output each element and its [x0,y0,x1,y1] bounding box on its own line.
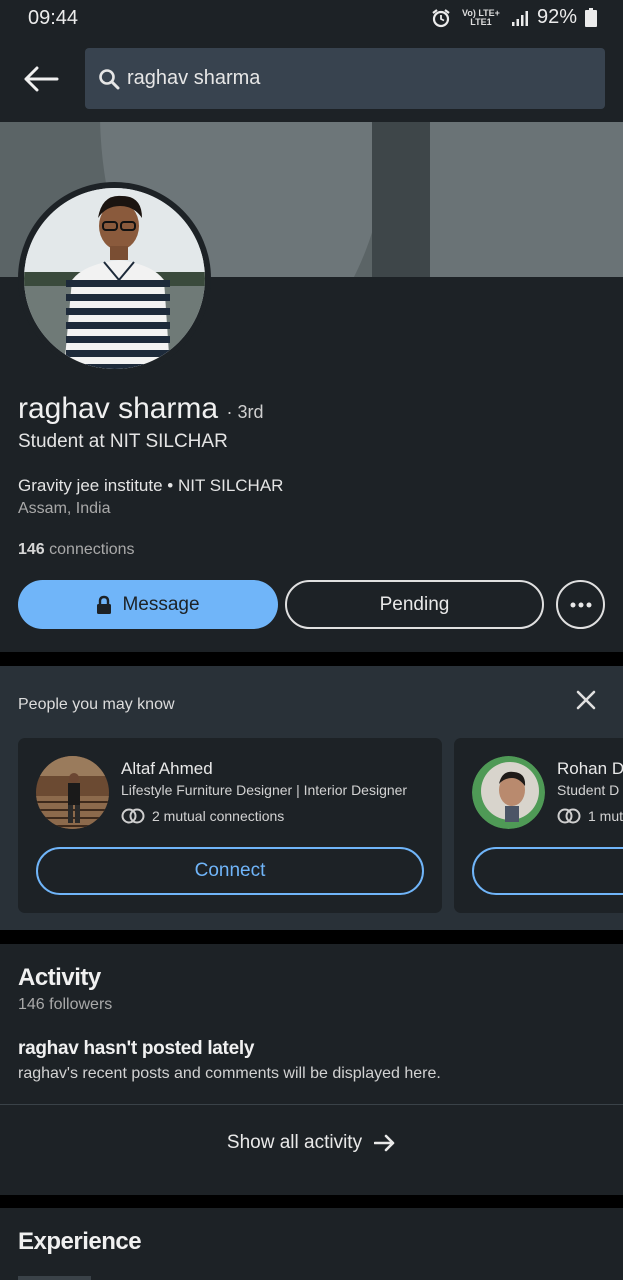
connection-degree: · 3rd [226,402,264,422]
mutual-connections: 1 mut [557,808,623,824]
battery-percent: 92% [536,6,577,28]
status-time: 09:44 [28,7,79,29]
message-button[interactable]: Message [18,580,278,629]
mutual-connections-icon [557,808,581,824]
profile-name: raghav sharma · 3rd [18,392,263,426]
profile-location: Assam, India [18,500,111,517]
mutual-connections: 2 mutual connections [121,808,284,824]
more-actions-button[interactable] [556,580,605,629]
profile-avatar[interactable] [18,182,211,375]
message-button-label: Message [122,593,200,615]
dismiss-button[interactable] [572,686,600,714]
person-avatar [36,756,109,829]
experience-section: Experience [0,1208,623,1280]
connections-link[interactable]: 146 connections [18,541,135,559]
avatar [24,188,205,369]
close-icon [576,690,596,710]
show-all-activity-button[interactable]: Show all activity [0,1105,623,1180]
pending-button-label: Pending [379,593,450,615]
connect-button[interactable] [472,847,623,895]
mutual-connections-icon [121,808,145,824]
activity-empty-subtitle: raghav's recent posts and comments will … [18,1065,441,1082]
connections-count: 146 [18,541,45,558]
followers-count: 146 followers [18,996,113,1013]
person-title: Lifestyle Furniture Designer | Interior … [121,782,408,798]
arrow-left-icon [24,66,59,92]
connect-button-label: Connect [194,860,266,881]
experience-logo-placeholder [18,1276,91,1280]
person-name: Rohan De [557,759,623,778]
more-horizontal-icon [570,602,591,607]
search-query[interactable]: raghav sharma [127,67,260,90]
suggested-person-card[interactable]: Altaf Ahmed Lifestyle Furniture Designer… [18,738,442,913]
connect-button[interactable]: Connect [36,847,424,895]
person-avatar [472,756,545,829]
mutual-connections-text: 2 mutual connections [152,808,285,824]
person-title: Student D [557,782,620,798]
status-icons: Vo) LTE+ LTE1 92% [431,6,597,29]
lock-icon [97,595,112,614]
suggested-person-card[interactable]: Rohan De Student D 1 mut [454,738,623,913]
pending-button[interactable]: Pending [285,580,544,629]
experience-title: Experience [18,1228,142,1255]
profile-headline: Student at NIT SILCHAR [18,431,228,452]
profile-name-text: raghav sharma [18,392,219,425]
search-icon [99,69,120,90]
network-indicator: Vo) LTE+ LTE1 [462,7,500,27]
activity-title: Activity [18,964,101,991]
battery-icon [585,8,597,27]
activity-empty-title: raghav hasn't posted lately [18,1038,255,1059]
activity-section: Activity 146 followers raghav hasn't pos… [0,944,623,1195]
search-input[interactable]: raghav sharma [85,48,605,109]
profile-card: raghav sharma · 3rd Student at NIT SILCH… [0,122,623,652]
arrow-right-icon [374,1134,395,1151]
profile-education: Gravity jee institute • NIT SILCHAR [18,476,284,495]
signal-icon [511,10,528,26]
person-name: Altaf Ahmed [121,759,213,778]
status-bar: 09:44 Vo) LTE+ LTE1 92% [0,0,623,36]
people-you-may-know: People you may know Altaf Ahmed Lifestyl… [0,666,623,930]
pymk-title: People you may know [18,696,175,713]
mutual-connections-text: 1 mut [588,808,623,824]
show-all-activity-label: Show all activity [226,1131,363,1153]
back-button[interactable] [20,59,62,99]
connections-label: connections [49,541,135,558]
app-bar: raghav sharma [0,36,623,122]
alarm-icon [432,8,450,27]
